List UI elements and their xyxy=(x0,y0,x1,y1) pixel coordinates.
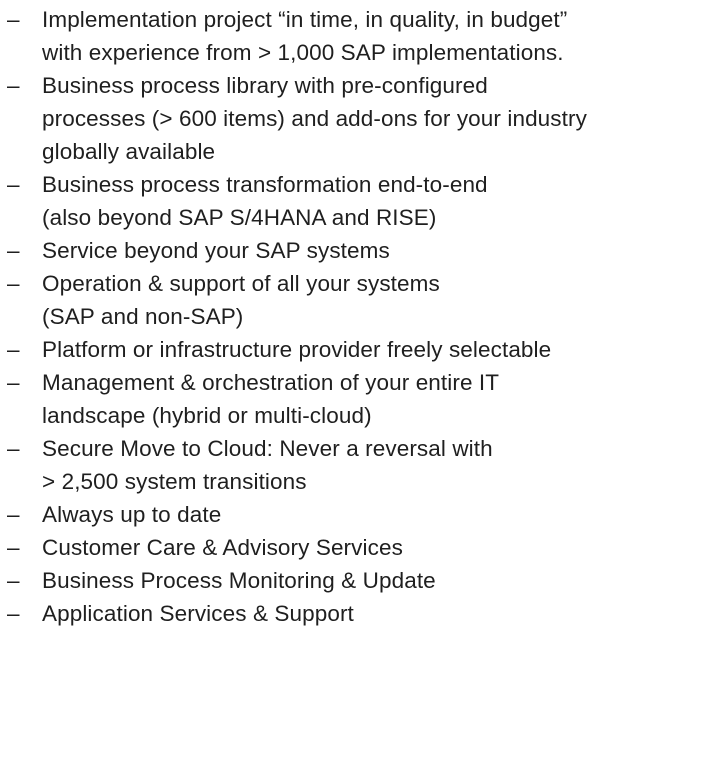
list-item-line: processes (> 600 items) and add-ons for … xyxy=(42,106,587,131)
list-item: – Operation & support of all your system… xyxy=(0,267,704,333)
list-marker: – xyxy=(7,535,20,560)
list-item: – Secure Move to Cloud: Never a reversal… xyxy=(0,432,704,498)
list-marker: – xyxy=(7,172,20,197)
list-item-line: Business process transformation end-to-e… xyxy=(42,172,488,197)
list-item-line: Customer Care & Advisory Services xyxy=(42,535,403,560)
list-item: – Always up to date xyxy=(0,498,704,531)
list-item-line: with experience from > 1,000 SAP impleme… xyxy=(42,40,564,65)
list-item-line: Service beyond your SAP systems xyxy=(42,238,390,263)
list-item-line: Operation & support of all your systems xyxy=(42,271,440,296)
list-marker: – xyxy=(7,502,20,527)
list-item: – Platform or infrastructure provider fr… xyxy=(0,333,704,366)
list-item-line: Implementation project “in time, in qual… xyxy=(42,7,568,32)
list-marker: – xyxy=(7,238,20,263)
list-item-line: Always up to date xyxy=(42,502,222,527)
list-item-line: (also beyond SAP S/4HANA and RISE) xyxy=(42,205,437,230)
list-item: – Business process library with pre-conf… xyxy=(0,69,704,168)
list-item: – Management & orchestration of your ent… xyxy=(0,366,704,432)
list-item-line: Management & orchestration of your entir… xyxy=(42,370,500,395)
list-marker: – xyxy=(7,7,20,32)
list-item: – Business Process Monitoring & Update xyxy=(0,564,704,597)
list-marker: – xyxy=(7,370,20,395)
list-marker: – xyxy=(7,271,20,296)
list-item-line: > 2,500 system transitions xyxy=(42,469,307,494)
list-item-line: Platform or infrastructure provider free… xyxy=(42,337,552,362)
list-item: – Application Services & Support xyxy=(0,597,704,630)
list-marker: – xyxy=(7,601,20,626)
document-page: – Implementation project “in time, in qu… xyxy=(0,0,704,758)
benefit-list: – Implementation project “in time, in qu… xyxy=(0,3,704,630)
list-item-line: globally available xyxy=(42,139,216,164)
list-item-line: landscape (hybrid or multi-cloud) xyxy=(42,403,372,428)
list-marker: – xyxy=(7,436,20,461)
list-item: – Implementation project “in time, in qu… xyxy=(0,3,704,69)
list-item-line: Business Process Monitoring & Update xyxy=(42,568,436,593)
list-marker: – xyxy=(7,73,20,98)
list-item-line: Secure Move to Cloud: Never a reversal w… xyxy=(42,436,493,461)
list-item-line: Business process library with pre-config… xyxy=(42,73,488,98)
list-marker: – xyxy=(7,337,20,362)
list-marker: – xyxy=(7,568,20,593)
list-item: – Business process transformation end-to… xyxy=(0,168,704,234)
list-item-line: (SAP and non-SAP) xyxy=(42,304,244,329)
list-item: – Customer Care & Advisory Services xyxy=(0,531,704,564)
list-item-line: Application Services & Support xyxy=(42,601,354,626)
list-item: – Service beyond your SAP systems xyxy=(0,234,704,267)
